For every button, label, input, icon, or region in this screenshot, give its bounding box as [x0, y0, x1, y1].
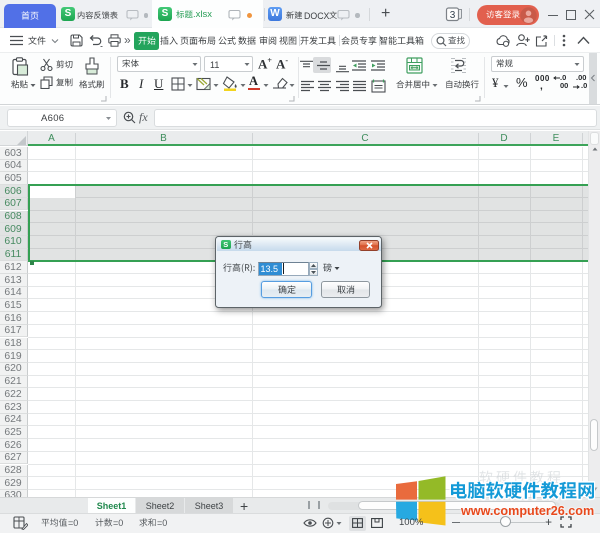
svg-text:3: 3 — [450, 10, 456, 21]
